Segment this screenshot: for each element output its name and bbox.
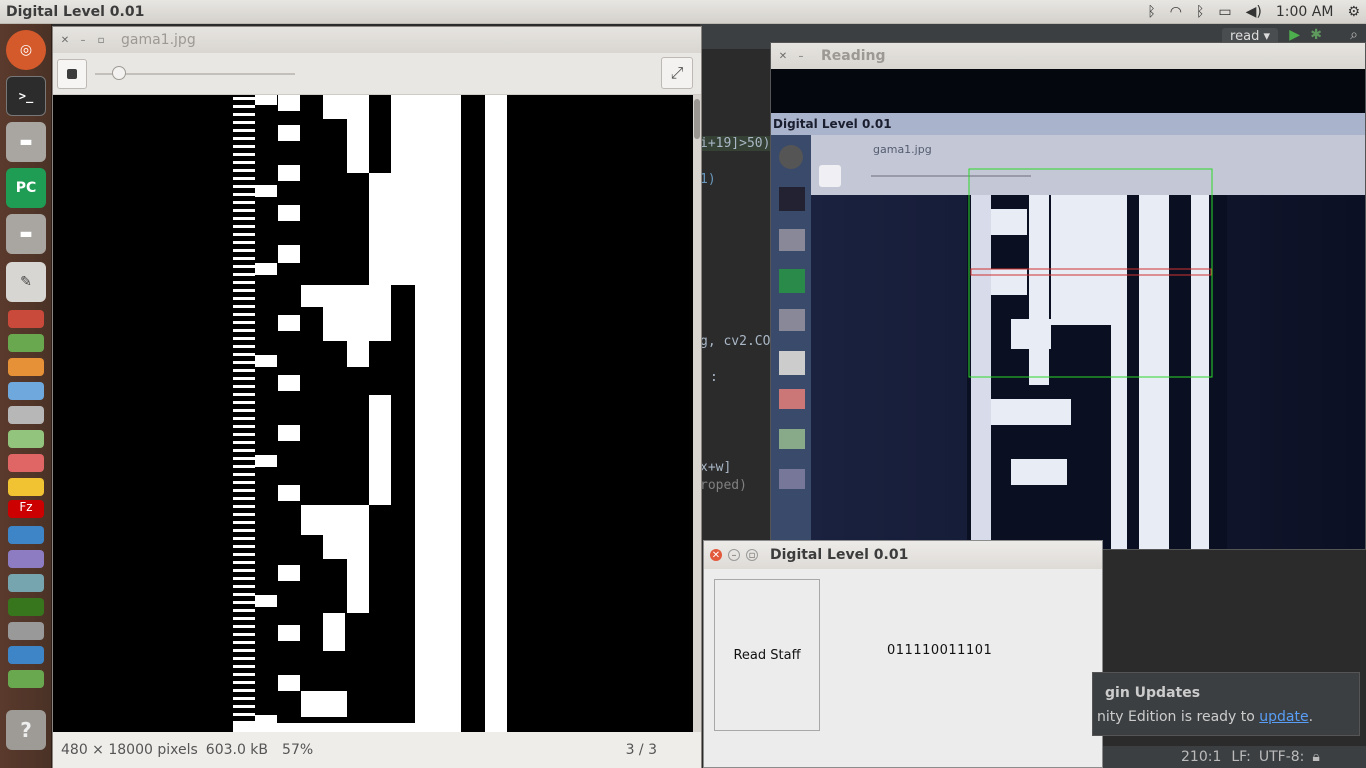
text-editor-icon[interactable]: ✎ bbox=[6, 262, 46, 302]
launcher: ◎ >_ ▬ PC ▬ ✎ Fz ? bbox=[0, 24, 52, 768]
minimize-icon[interactable]: – bbox=[795, 50, 807, 62]
indicator-area: ᛒ ◠ ᛒ ▭ ◀) 1:00 AM ⚙ bbox=[1147, 0, 1360, 24]
scrollbar-thumb[interactable] bbox=[694, 99, 700, 139]
app-icon[interactable] bbox=[8, 382, 44, 400]
reading-title: Reading bbox=[821, 48, 886, 64]
viewer-title: gama1.jpg bbox=[121, 32, 196, 48]
page-indicator: 3 / 3 bbox=[625, 742, 657, 758]
digital-level-dialog: ✕ – ▫ Digital Level 0.01 Read Staff 0111… bbox=[703, 540, 1103, 768]
app-icon[interactable] bbox=[8, 358, 44, 376]
camera-inner-file-title: gama1.jpg bbox=[873, 143, 932, 156]
image-dimensions: 480 × 18000 pixels bbox=[61, 742, 198, 758]
maximize-icon[interactable]: ▫ bbox=[746, 549, 758, 561]
update-notification[interactable]: gin Updates nity Edition is ready to upd… bbox=[1092, 672, 1360, 736]
image-filesize: 603.0 kB bbox=[205, 742, 269, 758]
close-icon[interactable]: ✕ bbox=[710, 549, 722, 561]
close-icon[interactable]: ✕ bbox=[777, 50, 789, 62]
files-icon[interactable]: ▬ bbox=[6, 214, 46, 254]
lock-icon[interactable]: 🔒︎ bbox=[1312, 749, 1319, 765]
camera-frame bbox=[771, 69, 1365, 549]
code-line: roped) bbox=[700, 478, 747, 493]
help-icon[interactable]: ? bbox=[6, 710, 46, 750]
app-icon[interactable] bbox=[8, 454, 44, 472]
camera-feed: Digital Level 0.01 gama1.jpg bbox=[771, 69, 1365, 549]
image-canvas[interactable] bbox=[53, 95, 694, 732]
app-icon[interactable] bbox=[8, 622, 44, 640]
code-line: x+w] bbox=[700, 460, 732, 475]
app-icon[interactable] bbox=[8, 550, 44, 568]
line-ending[interactable]: LF: bbox=[1231, 749, 1250, 765]
close-icon[interactable]: ✕ bbox=[59, 34, 71, 46]
bluetooth-icon[interactable]: ᛒ bbox=[1196, 4, 1204, 20]
pycharm-label: PC bbox=[15, 180, 37, 196]
update-link[interactable]: update bbox=[1259, 709, 1308, 725]
files-icon[interactable]: ▬ bbox=[6, 122, 46, 162]
app-icon[interactable] bbox=[8, 598, 44, 616]
viewer-toolbar: ⤢ bbox=[53, 53, 701, 95]
volume-icon[interactable]: ◀) bbox=[1246, 4, 1262, 20]
fullscreen-icon: ⤢ bbox=[670, 63, 684, 82]
debug-icon[interactable]: ✱ bbox=[1310, 27, 1322, 43]
file-encoding[interactable]: UTF-8: bbox=[1259, 749, 1305, 765]
gear-icon[interactable]: ⚙ bbox=[1347, 4, 1360, 20]
code-line: g, cv2.CO bbox=[700, 334, 771, 349]
reading-result: 011110011101 bbox=[887, 643, 993, 658]
terminal-icon[interactable]: >_ bbox=[6, 76, 46, 116]
app-icon[interactable] bbox=[8, 430, 44, 448]
minimize-icon[interactable]: – bbox=[728, 549, 740, 561]
sidebar-icon bbox=[67, 69, 77, 79]
notification-body: nity Edition is ready to update. bbox=[1097, 709, 1313, 725]
bluetooth-icon[interactable] bbox=[8, 646, 44, 664]
clock[interactable]: 1:00 AM bbox=[1276, 4, 1334, 20]
dialog-title: Digital Level 0.01 bbox=[770, 547, 909, 563]
pycharm-icon[interactable]: PC bbox=[6, 168, 46, 208]
app-icon[interactable] bbox=[8, 574, 44, 592]
code-line: 1) bbox=[700, 172, 716, 187]
sidebar-toggle-button[interactable] bbox=[57, 59, 87, 89]
filezilla-icon[interactable]: Fz bbox=[8, 500, 44, 518]
code-line: i+19]>50) bbox=[700, 136, 771, 151]
image-viewer-window: ✕ – ▫ gama1.jpg ⤢ 480 × 18000 pixels 603… bbox=[52, 26, 702, 768]
search-icon[interactable]: ⌕ bbox=[1350, 27, 1358, 43]
viewer-scrollbar[interactable] bbox=[693, 95, 701, 732]
cursor-position[interactable]: 210:1 bbox=[1181, 749, 1221, 765]
reading-window: ✕ – Reading Digital Level 0.01 gama1.jpg bbox=[770, 42, 1366, 550]
reading-titlebar: ✕ – Reading bbox=[771, 43, 1365, 69]
app-icon[interactable] bbox=[8, 670, 44, 688]
app-icon[interactable] bbox=[8, 478, 44, 496]
ide-statusbar: 210:1 LF: UTF-8: 🔒︎ bbox=[1103, 746, 1366, 768]
active-app-title: Digital Level 0.01 bbox=[6, 3, 145, 20]
minimize-icon[interactable]: – bbox=[77, 34, 89, 46]
help-label: ? bbox=[20, 718, 32, 742]
camera-inner-app-title: Digital Level 0.01 bbox=[773, 117, 892, 131]
notification-title: gin Updates bbox=[1105, 685, 1201, 701]
dialog-titlebar: ✕ – ▫ Digital Level 0.01 bbox=[704, 541, 1102, 569]
read-staff-button[interactable]: Read Staff bbox=[714, 579, 820, 731]
maximize-icon[interactable]: ▫ bbox=[95, 34, 107, 46]
app-icon[interactable] bbox=[8, 406, 44, 424]
top-panel: Digital Level 0.01 ᛒ ◠ ᛒ ▭ ◀) 1:00 AM ⚙ bbox=[0, 0, 1366, 24]
wifi-icon[interactable]: ◠ bbox=[1170, 4, 1182, 20]
viewer-statusbar: 480 × 18000 pixels 603.0 kB 57% 3 / 3 bbox=[53, 732, 701, 768]
zoom-percent: 57% bbox=[282, 742, 314, 758]
run-icon[interactable]: ▶ bbox=[1289, 27, 1300, 43]
app-icon[interactable] bbox=[8, 526, 44, 544]
app-icon[interactable] bbox=[8, 334, 44, 352]
notification-text: nity Edition is ready to bbox=[1097, 709, 1255, 725]
staff-barcode-image bbox=[53, 95, 694, 732]
zoom-slider-knob[interactable] bbox=[112, 66, 126, 80]
code-line: : bbox=[710, 370, 718, 385]
ubuntu-home-icon[interactable]: ◎ bbox=[6, 30, 46, 70]
app-icon[interactable] bbox=[8, 310, 44, 328]
viewer-titlebar: ✕ – ▫ gama1.jpg bbox=[53, 27, 701, 53]
battery-icon[interactable]: ▭ bbox=[1218, 4, 1231, 20]
fullscreen-button[interactable]: ⤢ bbox=[661, 57, 693, 89]
bluetooth-icon[interactable]: ᛒ bbox=[1147, 4, 1155, 20]
notification-suffix: . bbox=[1308, 709, 1314, 725]
